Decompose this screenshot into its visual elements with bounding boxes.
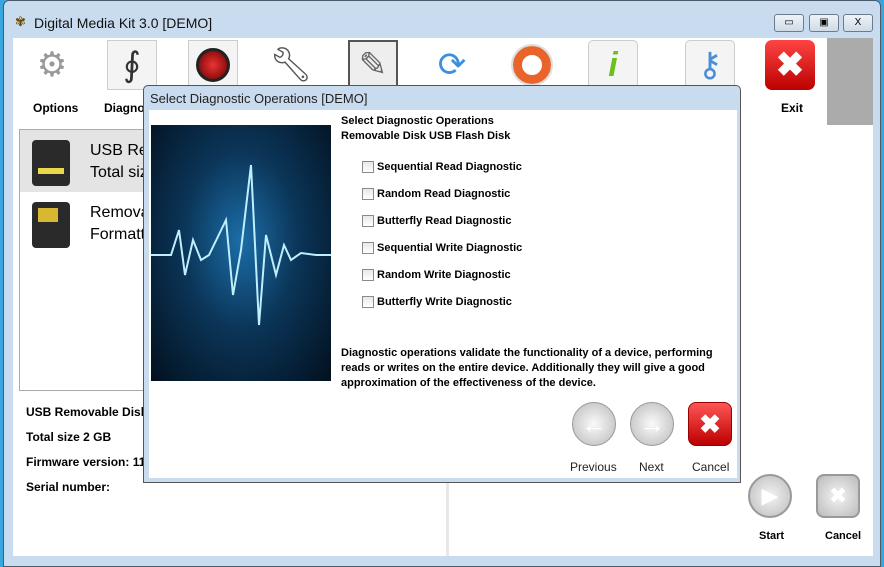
app-icon: ✾ [15,14,26,29]
checkbox[interactable] [362,188,374,200]
option-random-read[interactable]: Random Read Diagnostic [362,188,510,200]
checkbox[interactable] [362,161,374,173]
dialog-device: Removable Disk USB Flash Disk [341,130,511,142]
device-format: Formatt [90,226,146,243]
previous-label[interactable]: Previous [570,460,617,474]
option-random-write[interactable]: Random Write Diagnostic [362,269,511,281]
lifebuoy-icon[interactable] [507,40,557,90]
device-name: USB Re [90,142,148,159]
heartbeat-image [151,125,331,381]
sd-card-icon [32,140,70,186]
cancel-main-label[interactable]: Cancel [825,530,861,542]
gauge-icon[interactable] [188,40,238,90]
notebook-icon[interactable]: ✎ [348,40,398,90]
wrench-icon[interactable]: 🔧︎ [266,40,316,90]
close-button[interactable]: X [843,14,873,32]
cancel-main-button[interactable]: ✖ [816,474,860,518]
memory-card-icon [32,202,70,248]
toolbar-scroll-area [827,38,873,125]
info-icon[interactable]: i [588,40,638,90]
cancel-dialog-button[interactable]: ✖ [688,402,732,446]
info-firmware: Firmware version: 110 [26,455,153,469]
previous-button[interactable]: ← [572,402,616,446]
option-label: Random Write Diagnostic [377,269,511,281]
device-size: Total siz [90,164,148,181]
heartbeat-line [151,164,331,326]
options-label[interactable]: Options [33,101,78,115]
option-label: Sequential Write Diagnostic [377,242,523,254]
refresh-icon[interactable]: ⟳ [427,40,477,90]
info-device-name: USB Removable Disk U [26,405,160,419]
maximize-button[interactable]: ▣ [809,14,839,32]
option-label: Butterfly Write Diagnostic [377,296,512,308]
next-label[interactable]: Next [639,460,664,474]
checkbox[interactable] [362,242,374,254]
diagnostic-dialog: Select Diagnostic Operations [DEMO] Sele… [143,85,741,483]
minimize-button[interactable]: ▭ [774,14,804,32]
dialog-description: Diagnostic operations validate the funct… [341,347,713,389]
exit-label[interactable]: Exit [781,101,803,115]
next-button[interactable]: → [630,402,674,446]
gear-icon[interactable]: ⚙ [27,40,77,90]
key-icon[interactable]: ⚷ [685,40,735,90]
option-sequential-read[interactable]: Sequential Read Diagnostic [362,161,522,173]
window-title: Digital Media Kit 3.0 [DEMO] [34,15,213,31]
option-label: Butterfly Read Diagnostic [377,215,512,227]
dialog-body: Select Diagnostic Operations Removable D… [149,110,737,478]
checkbox[interactable] [362,269,374,281]
checkbox[interactable] [362,215,374,227]
start-button[interactable]: ▶ [748,474,792,518]
dialog-title: Select Diagnostic Operations [DEMO] [150,91,368,106]
info-total-size: Total size 2 GB [26,430,112,444]
option-butterfly-write[interactable]: Butterfly Write Diagnostic [362,296,512,308]
dialog-heading: Select Diagnostic Operations [341,115,494,127]
option-label: Random Read Diagnostic [377,188,511,200]
cancel-dialog-label[interactable]: Cancel [692,460,729,474]
checkbox[interactable] [362,296,374,308]
stethoscope-icon[interactable]: ∮ [107,40,157,90]
device-name: Remova [90,204,150,221]
option-label: Sequential Read Diagnostic [377,161,522,173]
option-sequential-write[interactable]: Sequential Write Diagnostic [362,242,522,254]
option-butterfly-read[interactable]: Butterfly Read Diagnostic [362,215,511,227]
start-label[interactable]: Start [759,530,784,542]
exit-icon[interactable]: ✖ [765,40,815,90]
info-serial: Serial number: [26,480,111,494]
